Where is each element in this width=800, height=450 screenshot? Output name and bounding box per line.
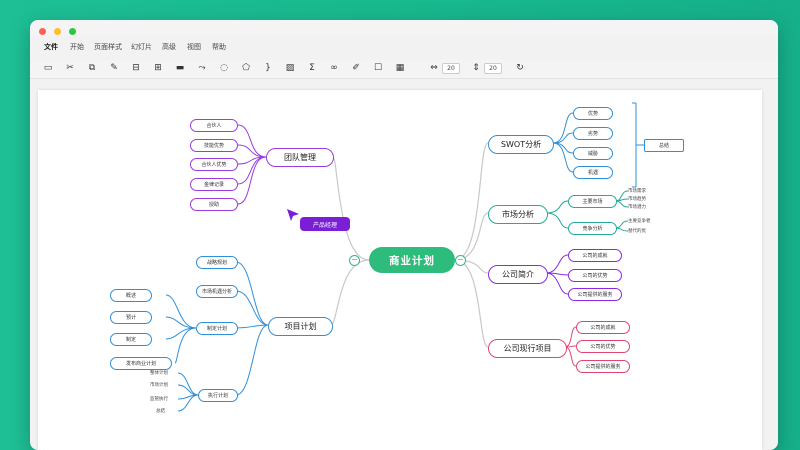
app-window: 文件 开始 页面样式 幻灯片 高级 视图 帮助 ▭ ✂ ⧉ ✎ ⊟ ⊞ ▬ ⤳ … [30, 20, 778, 450]
toolbar: ▭ ✂ ⧉ ✎ ⊟ ⊞ ▬ ⤳ ◌ ⬠ } ▨ Σ ∞ ✐ ☐ ▦ ⇔ 20 ⇕… [30, 60, 778, 79]
subtopic-make-plan[interactable]: 制定计划 [196, 322, 238, 335]
label-icon[interactable]: ⬠ [240, 62, 252, 74]
substitute-advantage[interactable]: 替代的优 [628, 228, 646, 234]
topic-icon[interactable]: ▬ [174, 62, 186, 74]
menu-help[interactable]: 帮助 [212, 42, 226, 52]
subtopic-swot-opportunity[interactable]: 机遇 [573, 166, 613, 179]
main-competitor[interactable]: 主要竞争者 [628, 218, 651, 224]
close-window-button[interactable] [39, 28, 46, 35]
copy-icon[interactable]: ⧉ [86, 62, 98, 74]
comment-icon[interactable]: ☐ [372, 62, 384, 74]
link-icon[interactable]: ∞ [328, 62, 340, 74]
plan-formulate[interactable]: 制定 [110, 333, 152, 346]
swot-summary[interactable]: 总结 [644, 139, 684, 152]
topic-company-intro[interactable]: 公司简介 [488, 265, 548, 284]
cut-icon[interactable]: ✂ [64, 62, 76, 74]
insert-sibling-icon[interactable]: ⊟ [130, 62, 142, 74]
format-painter-icon[interactable]: ✎ [108, 62, 120, 74]
exec-overall[interactable]: 整体计划 [150, 370, 168, 376]
subtopic-team-support[interactable]: 授助 [190, 198, 238, 211]
insert-child-icon[interactable]: ⊞ [152, 62, 164, 74]
subtopic-strategy[interactable]: 战略规划 [196, 256, 238, 269]
central-topic[interactable]: 商业计划 [369, 247, 455, 273]
exec-summary[interactable]: 总结 [156, 408, 165, 414]
subtopic-swot-threat[interactable]: 威胁 [573, 147, 613, 160]
plan-publish[interactable]: 发布商业计划 [110, 357, 172, 370]
subtopic-competition[interactable]: 竞争分析 [568, 222, 617, 235]
topic-current-projects[interactable]: 公司现行项目 [488, 339, 567, 358]
maximize-window-button[interactable] [69, 28, 76, 35]
topic-team-management[interactable]: 团队管理 [266, 148, 334, 167]
subtopic-team-skill[interactable]: 技能优势 [190, 139, 238, 152]
plan-forecast[interactable]: 预计 [110, 311, 152, 324]
floating-label[interactable]: 产品经理 [300, 217, 350, 231]
horizontal-spacing-input[interactable]: 20 [442, 63, 460, 74]
exec-market[interactable]: 市场计划 [150, 382, 168, 388]
plan-overview[interactable]: 概述 [110, 289, 152, 302]
subtopic-intro-advantage[interactable]: 公司的优势 [568, 269, 622, 282]
vertical-spacing-input[interactable]: 20 [484, 63, 502, 74]
subtopic-execute-plan[interactable]: 执行计划 [198, 389, 238, 402]
note-bubble-icon[interactable]: ◌ [218, 62, 230, 74]
vertical-spacing-icon: ⇕ [472, 63, 480, 73]
topic-project-plan[interactable]: 项目计划 [268, 317, 333, 336]
formula-icon[interactable]: Σ [306, 62, 318, 74]
subtopic-team-partner[interactable]: 合伙人 [190, 119, 238, 132]
image-icon[interactable]: ▨ [284, 62, 296, 74]
subtopic-intro-service[interactable]: 公司提供的服务 [568, 288, 622, 301]
subtopic-intro-achievement[interactable]: 公司的成就 [568, 249, 622, 262]
menu-file[interactable]: 文件 [44, 42, 58, 52]
title-bar [30, 20, 778, 36]
refresh-icon[interactable]: ↻ [514, 62, 526, 74]
subtopic-main-market[interactable]: 主要市场 [568, 195, 617, 208]
market-demand[interactable]: 市场需求 [628, 188, 646, 194]
horizontal-spacing-icon: ⇔ [430, 63, 438, 73]
exec-supervise[interactable]: 监管执行 [150, 396, 168, 402]
market-trend[interactable]: 市场趋势 [628, 196, 646, 202]
subtopic-current-achievement[interactable]: 公司的成就 [576, 321, 630, 334]
summary-icon[interactable]: } [262, 62, 274, 74]
subtopic-current-service[interactable]: 公司提供的服务 [576, 360, 630, 373]
market-potential[interactable]: 市场潜力 [628, 204, 646, 210]
calendar-icon[interactable]: ▦ [394, 62, 406, 74]
menu-bar: 文件 开始 页面样式 幻灯片 高级 视图 帮助 [30, 42, 778, 56]
topic-swot[interactable]: SWOT分析 [488, 135, 554, 154]
pen-icon[interactable]: ✐ [350, 62, 362, 74]
menu-slides[interactable]: 幻灯片 [131, 42, 152, 52]
mindmap-canvas[interactable]: 商业计划 − − 团队管理 合伙人 技能优势 合伙人优势 金律记录 授助 产品经… [38, 90, 762, 450]
subtopic-swot-weakness[interactable]: 劣势 [573, 127, 613, 140]
menu-start[interactable]: 开始 [70, 42, 84, 52]
cursor-arrow-icon [287, 209, 299, 221]
subtopic-swot-strength[interactable]: 优势 [573, 107, 613, 120]
menu-view[interactable]: 视图 [187, 42, 201, 52]
relationship-icon[interactable]: ⤳ [196, 62, 208, 74]
new-document-icon[interactable]: ▭ [42, 62, 54, 74]
collapse-right-button[interactable]: − [455, 255, 466, 266]
menu-advanced[interactable]: 高级 [162, 42, 176, 52]
subtopic-market-opportunity[interactable]: 市场机遇分析 [196, 285, 238, 298]
minimize-window-button[interactable] [54, 28, 61, 35]
menu-page-style[interactable]: 页面样式 [94, 42, 122, 52]
subtopic-team-record[interactable]: 金律记录 [190, 178, 238, 191]
collapse-left-button[interactable]: − [349, 255, 360, 266]
topic-market-analysis[interactable]: 市场分析 [488, 205, 548, 224]
subtopic-team-partner-adv[interactable]: 合伙人优势 [190, 158, 238, 171]
subtopic-current-advantage[interactable]: 公司的优势 [576, 340, 630, 353]
